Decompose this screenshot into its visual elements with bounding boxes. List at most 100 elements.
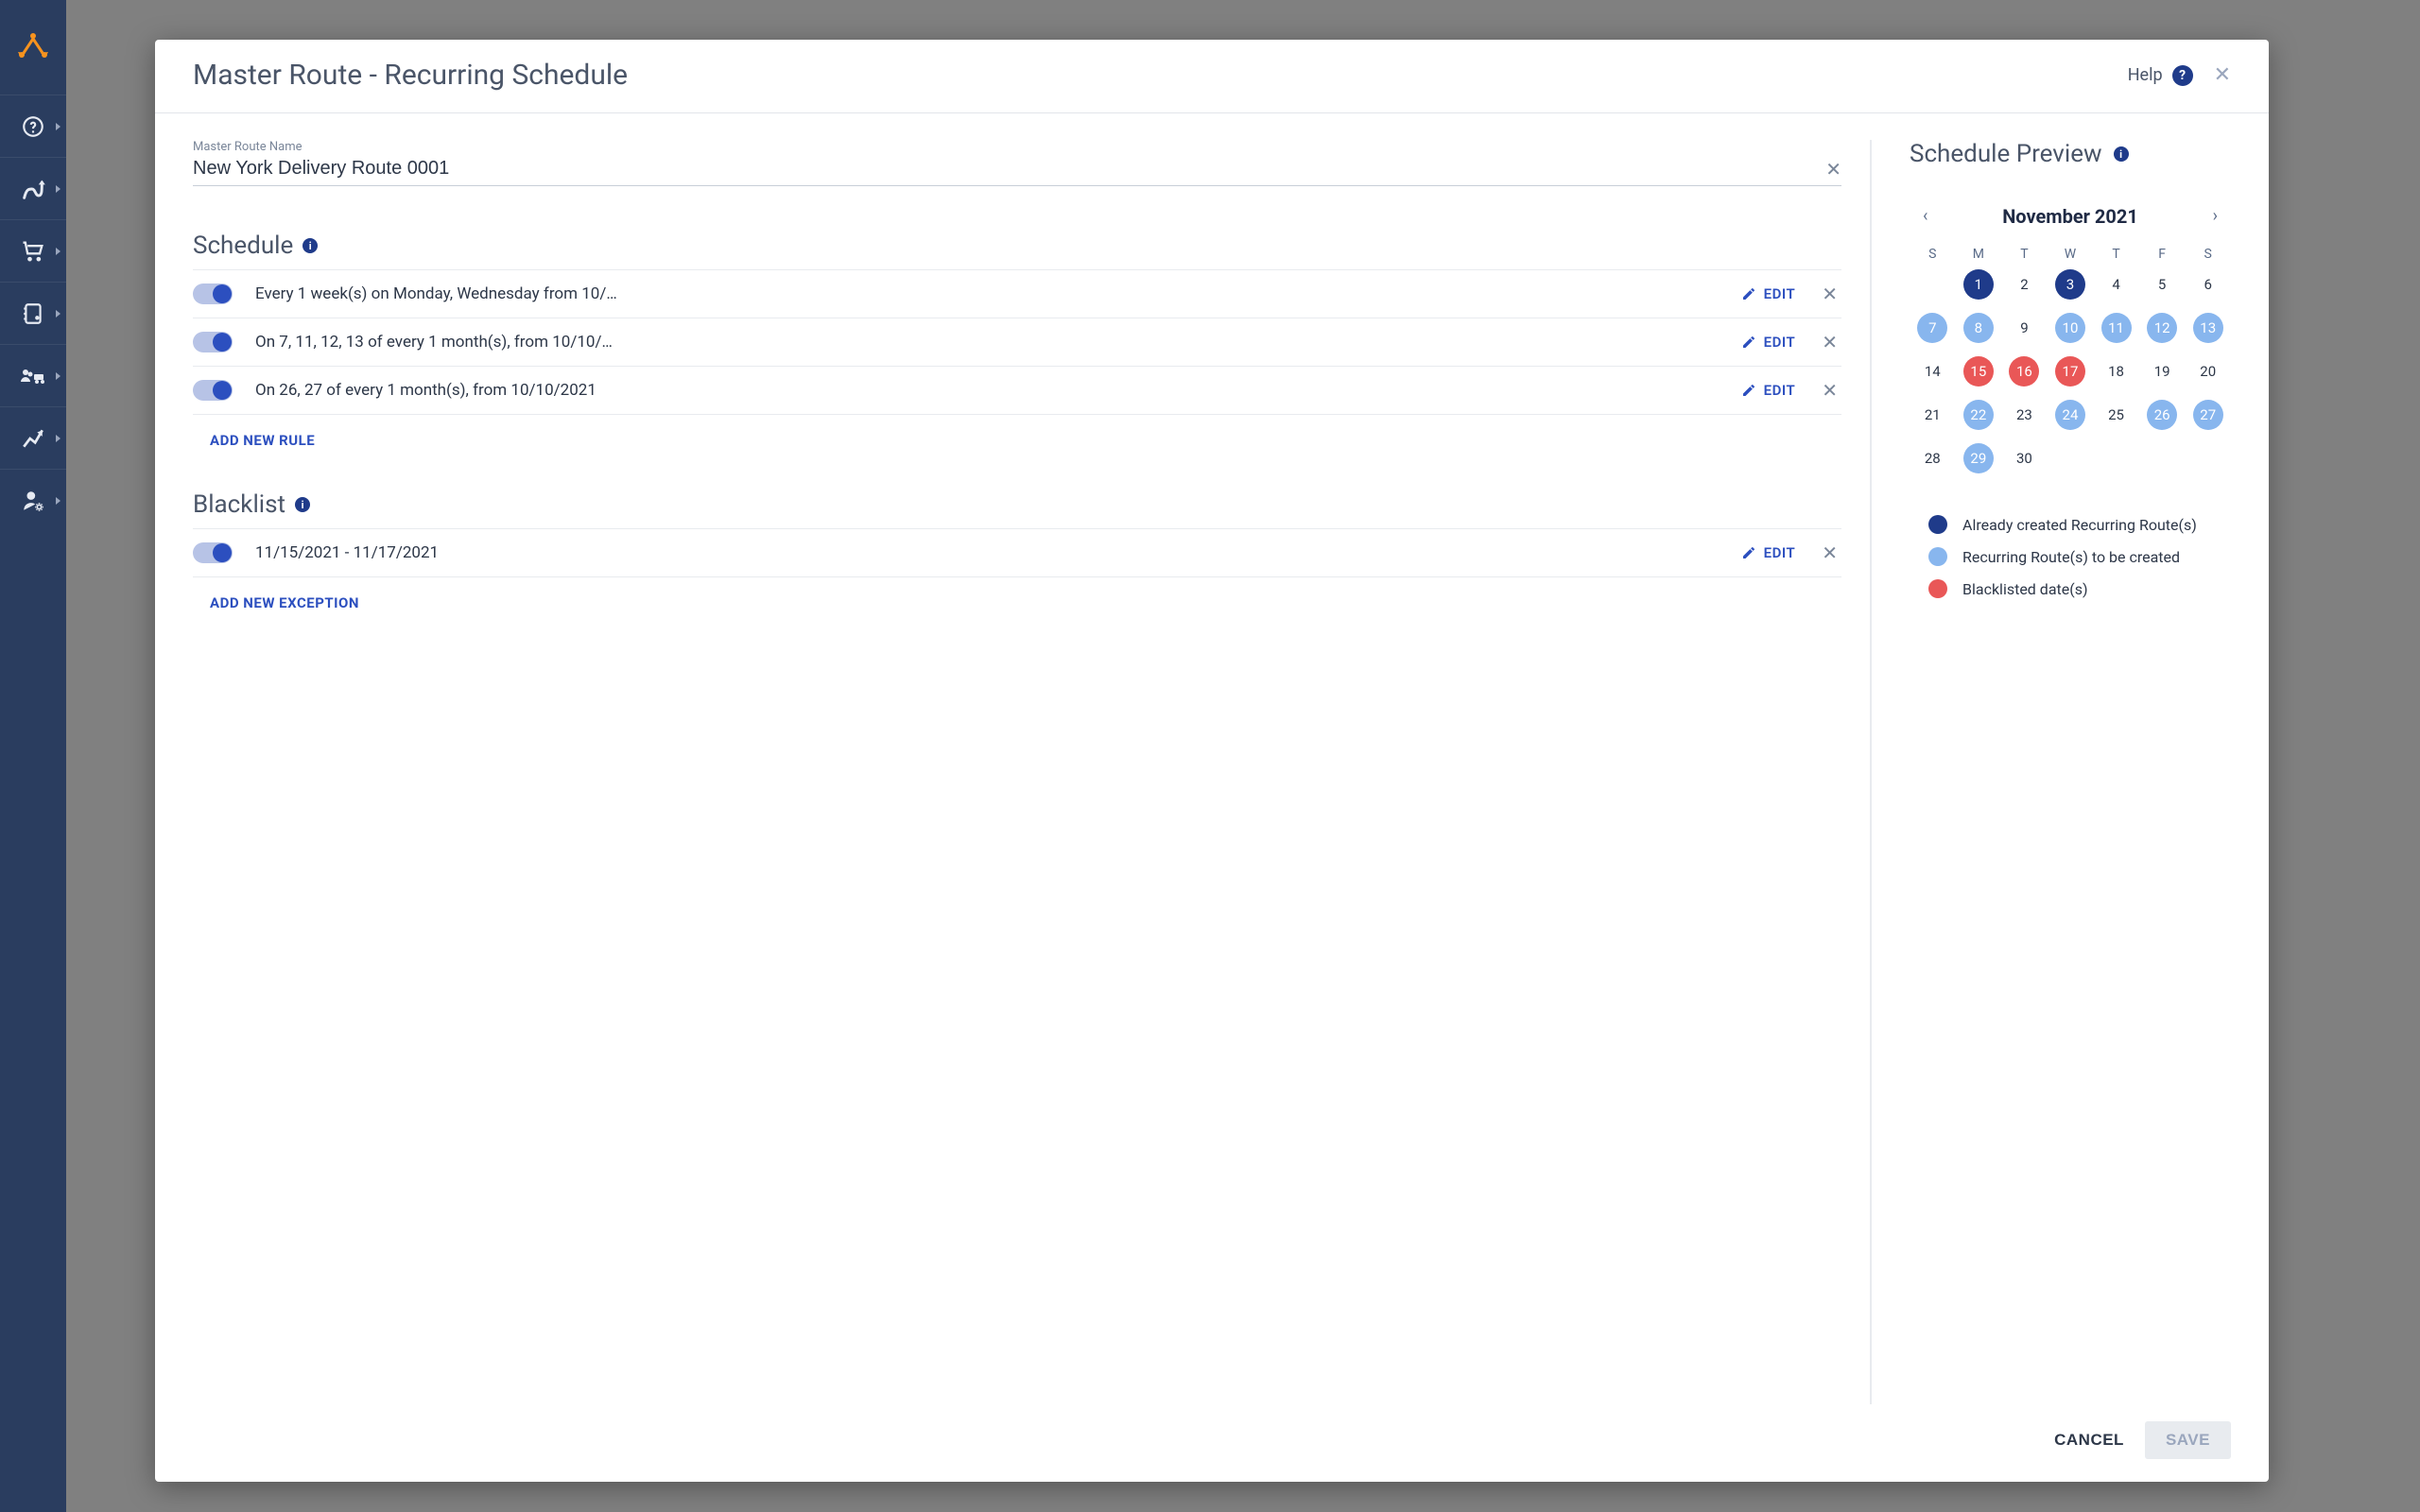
calendar-dow: S — [2185, 247, 2231, 262]
delete-rule-icon[interactable]: ✕ — [1818, 381, 1841, 400]
chevron-right-icon — [56, 310, 60, 318]
pencil-icon — [1741, 545, 1756, 560]
calendar-day[interactable]: 19 — [2139, 354, 2186, 388]
legend-created-label: Already created Recurring Route(s) — [1962, 516, 2197, 534]
calendar-day[interactable]: 15 — [1956, 354, 2002, 388]
nav-settings[interactable] — [0, 469, 66, 531]
calendar-day[interactable]: 10 — [2048, 311, 2094, 345]
calendar-day[interactable]: 23 — [2001, 398, 2048, 432]
calendar-day — [2139, 441, 2186, 475]
calendar-day[interactable]: 24 — [2048, 398, 2094, 432]
modal-footer: CANCEL SAVE — [155, 1404, 2269, 1482]
calendar-day[interactable]: 20 — [2185, 354, 2231, 388]
nav-help[interactable] — [0, 94, 66, 157]
calendar-day[interactable]: 26 — [2139, 398, 2186, 432]
nav-team[interactable] — [0, 344, 66, 406]
calendar-day[interactable]: 7 — [1910, 311, 1956, 345]
calendar-dow: F — [2139, 247, 2186, 262]
help-icon: ? — [2172, 65, 2193, 86]
nav-orders[interactable] — [0, 219, 66, 282]
blacklist-title-text: Blacklist — [193, 490, 285, 519]
calendar-day[interactable]: 4 — [2093, 267, 2139, 301]
calendar-day[interactable]: 30 — [2001, 441, 2048, 475]
calendar-day[interactable]: 27 — [2185, 398, 2231, 432]
info-icon[interactable]: i — [295, 497, 310, 512]
calendar-day[interactable]: 22 — [1956, 398, 2002, 432]
rule-toggle[interactable] — [193, 284, 233, 304]
calendar-day[interactable]: 12 — [2139, 311, 2186, 345]
modal-title: Master Route - Recurring Schedule — [193, 59, 2128, 92]
calendar-day[interactable]: 14 — [1910, 354, 1956, 388]
calendar-day[interactable]: 5 — [2139, 267, 2186, 301]
calendar-prev-button[interactable]: ‹ — [1915, 202, 1935, 230]
schedule-rule-row: On 26, 27 of every 1 month(s), from 10/1… — [193, 366, 1841, 414]
calendar-dow-row: SMTWTFS — [1910, 247, 2231, 267]
cart-icon — [20, 238, 46, 265]
close-icon[interactable]: ✕ — [2214, 65, 2231, 86]
chevron-right-icon — [56, 123, 60, 130]
calendar-day — [2185, 441, 2231, 475]
user-gear-icon — [21, 489, 45, 513]
cancel-button[interactable]: CANCEL — [2054, 1431, 2124, 1450]
calendar-day[interactable]: 9 — [2001, 311, 2048, 345]
clear-name-icon[interactable]: ✕ — [1825, 160, 1841, 179]
add-new-exception-link[interactable]: ADD NEW EXCEPTION — [210, 594, 359, 611]
calendar-day[interactable]: 25 — [2093, 398, 2139, 432]
help-link[interactable]: Help ? — [2128, 65, 2193, 86]
calendar-day[interactable]: 2 — [2001, 267, 2048, 301]
edit-rule-button[interactable]: EDIT — [1741, 285, 1796, 302]
swatch-created-icon — [1928, 515, 1947, 534]
calendar-dow: S — [1910, 247, 1956, 262]
rule-toggle[interactable] — [193, 380, 233, 401]
pencil-icon — [1741, 383, 1756, 398]
edit-label: EDIT — [1764, 334, 1796, 351]
blacklist-rules-list: 11/15/2021 - 11/17/2021EDIT✕ — [193, 528, 1841, 577]
chevron-right-icon — [56, 372, 60, 380]
schedule-title-text: Schedule — [193, 232, 293, 260]
calendar-day[interactable]: 3 — [2048, 267, 2094, 301]
delete-rule-icon[interactable]: ✕ — [1818, 333, 1841, 352]
calendar-day[interactable]: 29 — [1956, 441, 2002, 475]
calendar-day[interactable]: 1 — [1956, 267, 2002, 301]
edit-rule-button[interactable]: EDIT — [1741, 544, 1796, 561]
calendar-day[interactable]: 28 — [1910, 441, 1956, 475]
delete-rule-icon[interactable]: ✕ — [1818, 284, 1841, 303]
calendar-day[interactable]: 6 — [2185, 267, 2231, 301]
preview-title-text: Schedule Preview — [1910, 140, 2102, 168]
calendar-day-grid: 1234567891011121314151617181920212223242… — [1910, 267, 2231, 475]
schedule-rule-row: On 7, 11, 12, 13 of every 1 month(s), fr… — [193, 318, 1841, 366]
nav-analytics[interactable] — [0, 406, 66, 469]
legend-created: Already created Recurring Route(s) — [1928, 515, 2231, 534]
nav-addressbook[interactable] — [0, 282, 66, 344]
edit-rule-button[interactable]: EDIT — [1741, 334, 1796, 351]
app-logo[interactable] — [0, 0, 66, 94]
legend-tobe: Recurring Route(s) to be created — [1928, 547, 2231, 566]
calendar-day[interactable]: 17 — [2048, 354, 2094, 388]
modal-left-column: Master Route Name ✕ Schedule i Every 1 w… — [193, 140, 1872, 1404]
calendar-day[interactable]: 8 — [1956, 311, 2002, 345]
info-icon[interactable]: i — [302, 238, 318, 253]
swatch-tobe-icon — [1928, 547, 1947, 566]
save-button[interactable]: SAVE — [2145, 1421, 2231, 1459]
info-icon[interactable]: i — [2114, 146, 2129, 162]
route-name-input[interactable] — [193, 158, 1825, 180]
add-new-rule-link[interactable]: ADD NEW RULE — [210, 432, 315, 449]
calendar-dow: W — [2048, 247, 2094, 262]
rule-toggle[interactable] — [193, 332, 233, 352]
delete-rule-icon[interactable]: ✕ — [1818, 543, 1841, 562]
edit-label: EDIT — [1764, 285, 1796, 302]
question-circle-icon — [21, 114, 45, 139]
calendar-day[interactable]: 13 — [2185, 311, 2231, 345]
calendar-day[interactable]: 11 — [2093, 311, 2139, 345]
nav-routes[interactable] — [0, 157, 66, 219]
edit-rule-button[interactable]: EDIT — [1741, 382, 1796, 399]
calendar-next-button[interactable]: › — [2205, 202, 2225, 230]
calendar-day[interactable]: 16 — [2001, 354, 2048, 388]
calendar-legend: Already created Recurring Route(s) Recur… — [1910, 515, 2231, 598]
chevron-right-icon — [56, 248, 60, 255]
calendar-day[interactable]: 18 — [2093, 354, 2139, 388]
rule-toggle[interactable] — [193, 542, 233, 563]
calendar-day — [2093, 441, 2139, 475]
blacklist-section-title: Blacklist i — [193, 490, 1841, 519]
calendar-day[interactable]: 21 — [1910, 398, 1956, 432]
